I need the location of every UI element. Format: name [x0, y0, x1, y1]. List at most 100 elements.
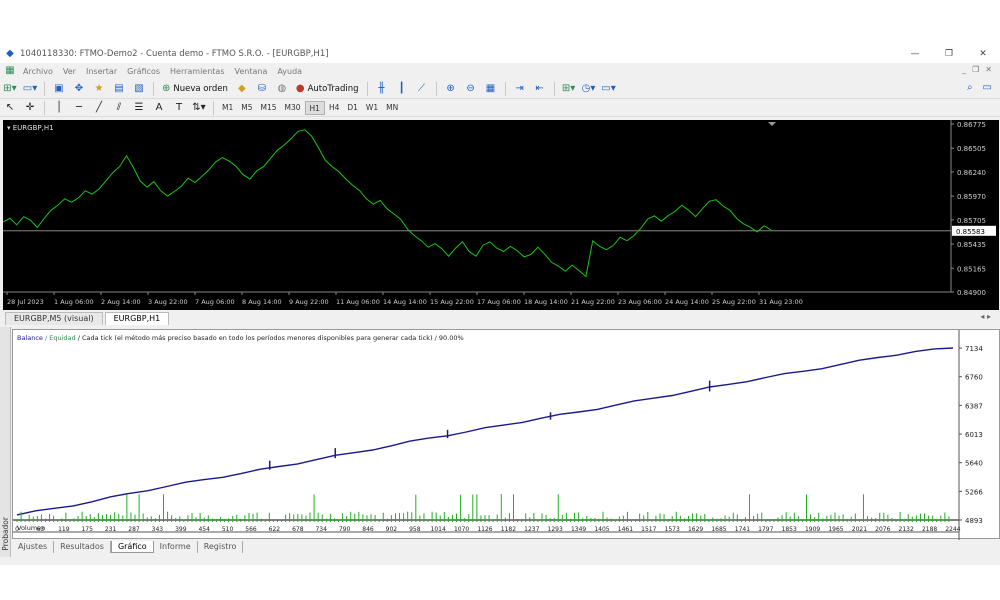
- restore-button[interactable]: ❐: [932, 45, 966, 63]
- timeframe-h4[interactable]: H4: [325, 101, 343, 115]
- timeframe-h1[interactable]: H1: [304, 100, 325, 115]
- chart-tab-eurgbp-h1[interactable]: EURGBP,H1: [104, 312, 170, 325]
- tester-x-label: 1517: [641, 526, 656, 533]
- timeframe-m15[interactable]: M15: [257, 101, 281, 115]
- timeframe-d1[interactable]: D1: [343, 101, 362, 115]
- timeframe-m1[interactable]: M1: [218, 101, 237, 115]
- tester-x-label: 2188: [922, 526, 937, 533]
- new-order-icon: ⊕: [162, 83, 171, 94]
- price-chart[interactable]: 0.86775 0.86505 0.86240 0.85970 0.85705 0.854…: [3, 120, 999, 310]
- favorites-icon[interactable]: ★: [91, 81, 107, 97]
- tester-x-label: 2076: [875, 526, 890, 533]
- timeframe-w1[interactable]: W1: [362, 101, 382, 115]
- tester-x-label: 1909: [805, 526, 820, 533]
- periods-icon[interactable]: ◷▾: [581, 81, 597, 97]
- fibonacci-icon[interactable]: ☰: [131, 100, 147, 116]
- metaeditor-icon[interactable]: ◆: [234, 81, 250, 97]
- equidistant-channel-icon[interactable]: ⫽: [111, 100, 127, 116]
- minimize-button[interactable]: —: [898, 45, 932, 63]
- chart-tabs-nav-arrows[interactable]: ◂ ▸: [980, 312, 991, 321]
- tester-x-label: 566: [245, 526, 257, 533]
- trendline-icon[interactable]: ╱: [91, 100, 107, 116]
- tab-registro[interactable]: Registro: [198, 541, 244, 553]
- search-icon[interactable]: ⌕: [967, 82, 973, 93]
- price-chart-svg: 0.86775 0.86505 0.86240 0.85970 0.85705 0.854…: [3, 120, 996, 306]
- time-tick-label: 25 Aug 22:00: [712, 298, 756, 306]
- balance-tick-label: 5266: [965, 488, 983, 496]
- menu-archivo[interactable]: Archivo: [18, 67, 58, 76]
- window-controls: — ❐ ✕: [898, 45, 1000, 63]
- timeframe-m30[interactable]: M30: [281, 101, 305, 115]
- drawing-toolbar: ↖ ✛ │ ─ ╱ ⫽ ☰ A T ⇅▾ M1 M5 M15 M30 H1 H4…: [0, 99, 1000, 117]
- signals-icon[interactable]: ⛁: [254, 81, 270, 97]
- timeframe-mn[interactable]: MN: [382, 101, 402, 115]
- tester-x-label: 1853: [782, 526, 797, 533]
- arrows-icon[interactable]: ⇅▾: [191, 100, 207, 116]
- tester-x-label: 790: [339, 526, 351, 533]
- terminal-icon[interactable]: ▤: [111, 81, 127, 97]
- tester-side-label[interactable]: Probador: [1, 517, 10, 551]
- tester-x-label: 175: [81, 526, 93, 533]
- chart-shift-icon[interactable]: ⇤: [532, 81, 548, 97]
- price-tick-label: 0.86240: [957, 169, 986, 177]
- timeframe-m5[interactable]: M5: [237, 101, 256, 115]
- profiles-icon[interactable]: ▭▾: [22, 81, 38, 97]
- mdi-close-button[interactable]: ✕: [985, 65, 992, 74]
- navigator-icon[interactable]: ✥: [71, 81, 87, 97]
- cursor-icon[interactable]: ↖: [2, 100, 18, 116]
- tester-x-label: 622: [269, 526, 281, 533]
- menu-graficos[interactable]: Gráficos: [122, 67, 165, 76]
- market-watch-icon[interactable]: ▣: [51, 81, 67, 97]
- strategy-tester-icon[interactable]: ▧: [131, 81, 147, 97]
- text-label-icon[interactable]: T: [171, 100, 187, 116]
- chart-menu-icon[interactable]: ▦: [2, 65, 18, 77]
- tile-windows-icon[interactable]: ▦: [483, 81, 499, 97]
- time-tick-label: 3 Aug 22:00: [148, 298, 188, 306]
- text-icon[interactable]: A: [151, 100, 167, 116]
- menu-ayuda[interactable]: Ayuda: [272, 67, 307, 76]
- menu-insertar[interactable]: Insertar: [81, 67, 122, 76]
- terminal-window: ◆ 1040118330: FTMO-Demo2 - Cuenta demo -…: [0, 45, 1000, 565]
- close-button[interactable]: ✕: [966, 45, 1000, 63]
- time-tick-label: 18 Aug 14:00: [524, 298, 568, 306]
- mdi-restore-button[interactable]: ❐: [972, 65, 979, 74]
- chat-icon[interactable]: ▭: [983, 82, 992, 93]
- tester-x-label: 846: [362, 526, 374, 533]
- templates-icon[interactable]: ▭▾: [601, 81, 617, 97]
- header-model: / Cada tick (el método más preciso basad…: [78, 334, 464, 342]
- tester-x-label: 1182: [501, 526, 516, 533]
- tester-x-label: 231: [105, 526, 117, 533]
- autotrading-icon: ●: [295, 83, 305, 94]
- line-chart-icon[interactable]: ⟋: [414, 81, 430, 97]
- autotrading-button[interactable]: ● AutoTrading: [292, 81, 363, 97]
- time-tick-label: 14 Aug 14:00: [383, 298, 427, 306]
- crosshair-icon[interactable]: ✛: [22, 100, 38, 116]
- tab-grafico[interactable]: Gráfico: [110, 541, 154, 553]
- tab-informe[interactable]: Informe: [154, 541, 198, 553]
- zoom-out-icon[interactable]: ⊖: [463, 81, 479, 97]
- menu-ver[interactable]: Ver: [58, 67, 81, 76]
- tab-resultados[interactable]: Resultados: [54, 541, 111, 553]
- autoscroll-icon[interactable]: ⇥: [512, 81, 528, 97]
- tester-x-label: 2021: [852, 526, 867, 533]
- new-order-button[interactable]: ⊕ Nueva orden: [158, 81, 232, 97]
- new-chart-icon[interactable]: ⊞▾: [2, 81, 18, 97]
- horizontal-line-icon[interactable]: ─: [71, 100, 87, 116]
- zoom-in-icon[interactable]: ⊕: [443, 81, 459, 97]
- tester-x-label: 1014: [431, 526, 446, 533]
- menu-ventana[interactable]: Ventana: [230, 67, 273, 76]
- vertical-line-icon[interactable]: │: [51, 100, 67, 116]
- tester-x-label: 1629: [688, 526, 703, 533]
- vps-icon[interactable]: ◍: [274, 81, 290, 97]
- chart-tab-eurgbp-m5[interactable]: EURGBP,M5 (visual): [5, 312, 103, 325]
- menu-herramientas[interactable]: Herramientas: [165, 67, 230, 76]
- tab-ajustes[interactable]: Ajustes: [12, 541, 55, 553]
- tester-x-label: 1349: [571, 526, 586, 533]
- balance-tick-label: 6387: [965, 402, 983, 410]
- bar-chart-icon[interactable]: ╫: [374, 81, 390, 97]
- balance-tick-label: 4893: [965, 517, 983, 525]
- candlestick-icon[interactable]: ┃: [394, 81, 410, 97]
- indicators-icon[interactable]: ⊞▾: [561, 81, 577, 97]
- mdi-minimize-button[interactable]: _: [962, 65, 966, 74]
- window-title: 1040118330: FTMO-Demo2 - Cuenta demo - F…: [20, 49, 329, 59]
